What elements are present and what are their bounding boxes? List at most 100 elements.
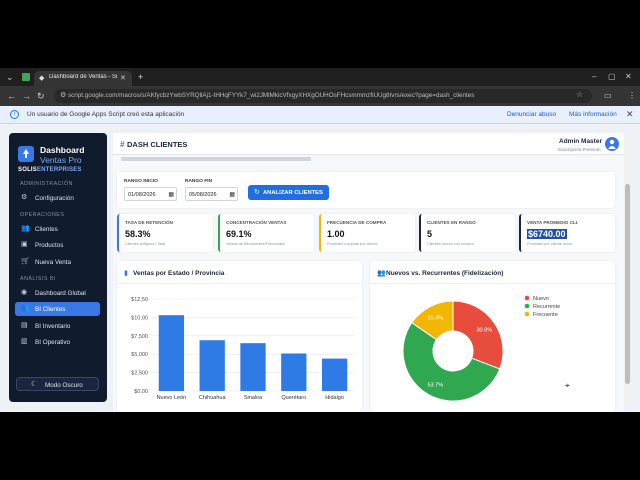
pie-chart-card: 👥 Nuevos vs. Recurrentes (Fidelización) … (370, 261, 615, 412)
kpi-label: CONCENTRACIÓN VENTAS (226, 220, 287, 225)
legend-label: Frecuente (533, 312, 558, 318)
sidebar-item-dashboard-global[interactable]: ◉ Dashboard Global (15, 286, 100, 300)
y-tick-label: $10,00 (131, 315, 148, 321)
section-ops: OPERACIONES (20, 212, 65, 218)
main-content: # DASH CLIENTES Admin Master Suscripción… (113, 133, 624, 412)
kpi-value: 69.1% (226, 229, 252, 239)
scrolled-heading-remnant (121, 157, 311, 161)
sidebar-item-clientes[interactable]: 👥 Clientes (15, 222, 100, 236)
kpi-label: VENTA PROMEDIO CLI. (527, 220, 579, 225)
url-field[interactable]: ⚙ script.google.com/macros/s/AKfycbzYwbS… (54, 89, 592, 103)
sidebar-item-bi-inventario[interactable]: ▤ BI Inventario (15, 319, 100, 333)
address-bar: ← → ↻ ⚙ script.google.com/macros/s/AKfyc… (0, 86, 640, 106)
tab-close-icon[interactable]: ✕ (120, 74, 126, 82)
sidebar-item-nueva-venta[interactable]: 🛒 Nueva Venta (15, 255, 100, 269)
sidebar-item-configuracion[interactable]: ⚙ Configuración (15, 191, 100, 205)
sidebar-item-label: Configuración (35, 195, 74, 202)
kpi-card: CLIENTES EN RANGO 5 Clientes únicos con … (419, 214, 515, 252)
y-tick-label: $7,500 (131, 334, 148, 340)
chart-icon: ▥ (21, 338, 28, 345)
legend-label: Nuevo (533, 296, 549, 302)
reload-icon[interactable]: ↻ (37, 90, 45, 102)
start-date-field[interactable]: 01/08/2026 ▦ (124, 187, 177, 201)
window-close-icon[interactable]: ✕ (625, 72, 632, 82)
x-tick-label: Querétaro (281, 395, 306, 401)
scrollbar-thumb[interactable] (625, 184, 630, 384)
back-icon[interactable]: ← (7, 90, 16, 102)
info-icon: i (10, 110, 19, 119)
kpi-value: 5 (427, 229, 433, 239)
kpi-card: CONCENTRACIÓN VENTAS 69.1% Ventas de Rec… (218, 214, 314, 252)
x-tick-label: Nuevo León (157, 395, 187, 401)
mouse-cursor-icon: ⌖ (565, 381, 570, 390)
logo-rocket-icon (18, 146, 34, 162)
sidebar-item-label: BI Operativo (35, 339, 70, 346)
start-date-value: 01/08/2026 (128, 192, 156, 198)
brand-name: SOLISENTERPRISES (18, 167, 82, 173)
tab-search-icon[interactable]: ⌄ (6, 72, 16, 82)
banner-text: Un usuario de Google Apps Script creó es… (27, 111, 185, 118)
report-abuse-link[interactable]: Denunciar abuso (507, 111, 556, 118)
slice-value-label: 15.4% (428, 315, 444, 321)
y-tick-label: $5,000 (131, 352, 148, 358)
info-banner: i Un usuario de Google Apps Script creó … (0, 106, 640, 124)
brand-part-b: ENTERPRISES (37, 167, 82, 173)
moon-icon: ☾ (31, 381, 38, 388)
x-tick-label: Sinaloa (244, 395, 263, 401)
site-info-icon[interactable]: ⚙ (60, 91, 66, 99)
sidebar-item-label: Productos (35, 242, 64, 249)
gear-icon: ⚙ (21, 194, 28, 201)
donut-chart: 30.8% 53.7% 15.4% Nuevo Recurrente Frecuente (402, 295, 560, 402)
end-date-field[interactable]: 05/08/2026 ▦ (185, 187, 238, 201)
calendar-icon[interactable]: ▦ (168, 191, 174, 198)
analyze-button[interactable]: ↻ ANALIZAR CLIENTES (248, 185, 329, 200)
bar (281, 353, 307, 391)
menu-icon[interactable]: ⋮ (628, 91, 636, 101)
bookmark-star-icon[interactable]: ☆ (576, 90, 583, 99)
brand-part-a: SOLIS (18, 167, 38, 173)
sidebar-item-label: Clientes (35, 226, 58, 233)
sidebar-item-bi-clientes[interactable]: 👥 BI Clientes (15, 302, 100, 316)
letterbox-top (0, 0, 640, 68)
sidebar-item-productos[interactable]: ▣ Productos (15, 238, 100, 252)
bar (240, 343, 266, 391)
kpi-value: 1.00 (327, 229, 345, 239)
maximize-icon[interactable]: ▢ (608, 72, 616, 82)
slice-value-label: 30.8% (477, 327, 493, 333)
filter-card: RANGO INICIO 01/08/2026 ▦ RANGO FIN 05/0… (117, 172, 615, 208)
forward-icon[interactable]: → (22, 90, 31, 102)
kpi-label: FRECUENCIA DE COMPRA (327, 220, 387, 225)
refresh-icon: ↻ (254, 189, 260, 196)
y-tick-label: $2,500 (131, 371, 148, 377)
x-tick-label: Chihuahua (199, 395, 227, 401)
apps-script-icon: ◆ (39, 75, 45, 82)
bar (321, 358, 348, 391)
minimize-icon[interactable]: – (592, 72, 596, 82)
dark-mode-button[interactable]: ☾ Modo Oscuro (16, 377, 99, 391)
profile-icon[interactable]: ▭ (604, 91, 612, 101)
kpi-value[interactable]: $6740.00 (527, 229, 567, 239)
sheets-favicon-icon[interactable] (22, 73, 30, 81)
url-text: script.google.com/macros/s/AKfycbzYwbSYR… (68, 92, 475, 99)
calendar-icon[interactable]: ▦ (229, 191, 235, 198)
globe-icon: ◉ (21, 289, 28, 296)
browser-tab[interactable]: ◆ Dashboard de Ventas - Sistem ✕ (34, 71, 132, 86)
more-info-link[interactable]: Más información (569, 111, 617, 118)
kpi-value: 58.3% (125, 229, 151, 239)
kpi-subtitle: Clientes antiguos / Total (125, 242, 166, 246)
donut-slice (452, 300, 504, 370)
tab-title: Dashboard de Ventas - Sistem (49, 74, 117, 80)
avatar[interactable] (605, 137, 619, 151)
sidebar-item-bi-operativo[interactable]: ▥ BI Operativo (15, 335, 100, 349)
legend-label: Recurrente (533, 304, 560, 310)
sidebar-item-label: BI Clientes (35, 306, 66, 313)
new-tab-icon[interactable]: + (138, 72, 143, 82)
end-date-value: 05/08/2026 (189, 192, 217, 198)
banner-close-icon[interactable]: ✕ (626, 109, 634, 120)
hash-icon: # (120, 140, 125, 149)
kpi-card: TASA DE RETENCIÓN 58.3% Clientes antiguo… (117, 214, 213, 252)
sidebar-item-label: Nueva Venta (35, 259, 72, 266)
users-icon: 👥 (21, 225, 30, 232)
end-label: RANGO FIN (185, 179, 212, 184)
sidebar: Dashboard Ventas Pro SOLISENTERPRISES AD… (9, 133, 107, 402)
